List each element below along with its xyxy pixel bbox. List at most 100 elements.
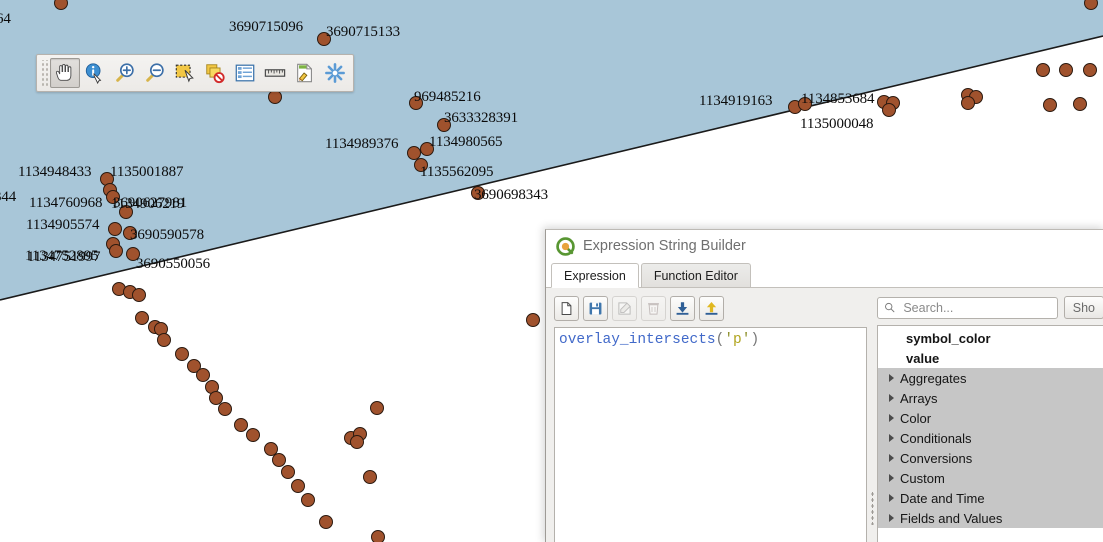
field-row[interactable]: value — [878, 348, 1103, 368]
map-point[interactable] — [132, 288, 146, 302]
pan-map-button[interactable] — [50, 58, 80, 88]
import-expressions-button[interactable] — [670, 296, 695, 321]
map-point[interactable] — [1036, 63, 1050, 77]
tree-item-label: Fields and Values — [900, 510, 1003, 526]
map-point[interactable] — [526, 313, 540, 327]
chevron-right-icon[interactable] — [882, 509, 900, 527]
identify-icon — [85, 63, 102, 84]
new-expression-button[interactable] — [554, 296, 579, 321]
tab-function-editor[interactable]: Function Editor — [640, 263, 751, 287]
function-group-row[interactable]: Conversions — [878, 448, 1103, 468]
export-expressions-button[interactable] — [699, 296, 724, 321]
select-features-button[interactable] — [170, 58, 200, 88]
tree-item-label: Aggregates — [900, 370, 967, 386]
edit-expression-button[interactable] — [612, 296, 637, 321]
map-point[interactable] — [371, 530, 385, 542]
map-point[interactable] — [218, 402, 232, 416]
map-feature-label: 3690715096 — [229, 19, 304, 35]
map-point[interactable] — [291, 479, 305, 493]
map-feature-label: 1134919163 — [699, 93, 773, 109]
options-button[interactable] — [320, 58, 350, 88]
dialog-titlebar[interactable]: Expression String Builder — [546, 230, 1103, 262]
chevron-right-icon[interactable] — [882, 429, 900, 447]
function-group-row[interactable]: Date and Time — [878, 488, 1103, 508]
table-icon — [235, 64, 255, 82]
map-point[interactable] — [281, 465, 295, 479]
map-feature-label: 3633328391 — [444, 110, 519, 126]
toolbar-drag-handle[interactable] — [40, 60, 48, 86]
ruler-icon — [264, 69, 286, 77]
tab-function-editor-label: Function Editor — [653, 268, 738, 283]
map-feature-label: 3690715133 — [326, 24, 401, 40]
tab-expression[interactable]: Expression — [551, 263, 639, 288]
map-point[interactable] — [246, 428, 260, 442]
function-group-row[interactable]: Color — [878, 408, 1103, 428]
hand-icon — [55, 64, 72, 81]
tree-item-label: Date and Time — [900, 490, 985, 506]
map-point[interactable] — [268, 90, 282, 104]
function-group-row[interactable]: Arrays — [878, 388, 1103, 408]
map-point[interactable] — [157, 333, 171, 347]
function-group-row[interactable]: Fields and Values — [878, 508, 1103, 528]
save-expression-button[interactable] — [583, 296, 608, 321]
map-point[interactable] — [1073, 97, 1087, 111]
chevron-right-icon[interactable] — [882, 469, 900, 487]
pane-splitter[interactable] — [867, 296, 877, 542]
map-point[interactable] — [370, 401, 384, 415]
expression-function-name: overlay_intersects — [559, 332, 716, 348]
function-tree[interactable]: symbol_colorvalue Aggregates Arrays Color Co… — [877, 325, 1103, 542]
map-point[interactable] — [108, 222, 122, 236]
search-input[interactable] — [901, 299, 1051, 316]
map-feature-label: 1134760968 — [29, 195, 103, 211]
map-navigation-toolbar[interactable] — [36, 54, 354, 92]
map-point[interactable] — [363, 470, 377, 484]
expression-close-paren: ) — [750, 332, 760, 348]
deselect-features-button[interactable] — [200, 58, 230, 88]
map-point[interactable] — [319, 515, 333, 529]
chevron-right-icon[interactable] — [882, 409, 900, 427]
zoom-out-button[interactable] — [140, 58, 170, 88]
map-point[interactable] — [882, 103, 896, 117]
map-feature-label: 3690590578 — [130, 227, 205, 243]
function-group-row[interactable]: Aggregates — [878, 368, 1103, 388]
map-point[interactable] — [1083, 63, 1097, 77]
map-feature-label: 1135562095 — [420, 164, 494, 180]
map-point[interactable] — [1059, 63, 1073, 77]
dialog-body: overlay_intersects('p') Sho — [546, 288, 1103, 542]
map-point[interactable] — [109, 244, 123, 258]
measure-line-button[interactable] — [260, 58, 290, 88]
map-point[interactable] — [175, 347, 189, 361]
field-row[interactable]: symbol_color — [878, 328, 1103, 348]
map-point[interactable] — [135, 311, 149, 325]
tree-item-label: value — [906, 350, 940, 366]
map-feature-label: 3690550056 — [136, 256, 211, 272]
map-point[interactable] — [1043, 98, 1057, 112]
map-point[interactable] — [961, 96, 975, 110]
map-feature-label: 1134751997 — [27, 249, 101, 265]
qgis-application-window: 64 3690715096 3690715133 969485216 363332839… — [0, 0, 1103, 542]
expression-text-editor[interactable]: overlay_intersects('p') — [554, 327, 867, 542]
search-box[interactable] — [877, 296, 1058, 319]
function-group-row[interactable]: Custom — [878, 468, 1103, 488]
chevron-right-icon[interactable] — [882, 389, 900, 407]
open-attribute-table-button[interactable] — [230, 58, 260, 88]
tree-item-label: Conditionals — [900, 430, 972, 446]
chevron-right-icon[interactable] — [882, 369, 900, 387]
expression-string-value: p — [733, 332, 742, 348]
delete-expression-button[interactable] — [641, 296, 666, 321]
chevron-right-icon[interactable] — [882, 449, 900, 467]
expression-string-builder-dialog[interactable]: Expression String Builder Expression Fun… — [545, 229, 1103, 542]
tree-item-label: Custom — [900, 470, 945, 486]
chevron-right-icon[interactable] — [882, 489, 900, 507]
identify-features-button[interactable] — [80, 58, 110, 88]
map-feature-label: 1135000048 — [800, 116, 874, 132]
dialog-tabbar[interactable]: Expression Function Editor — [546, 262, 1103, 288]
style-manager-button[interactable] — [290, 58, 320, 88]
map-point[interactable] — [350, 435, 364, 449]
expression-toolbar[interactable] — [554, 296, 867, 321]
function-group-row[interactable]: Conditionals — [878, 428, 1103, 448]
show-values-button[interactable]: Sho — [1063, 296, 1103, 319]
map-point[interactable] — [234, 418, 248, 432]
zoom-in-button[interactable] — [110, 58, 140, 88]
map-point[interactable] — [301, 493, 315, 507]
